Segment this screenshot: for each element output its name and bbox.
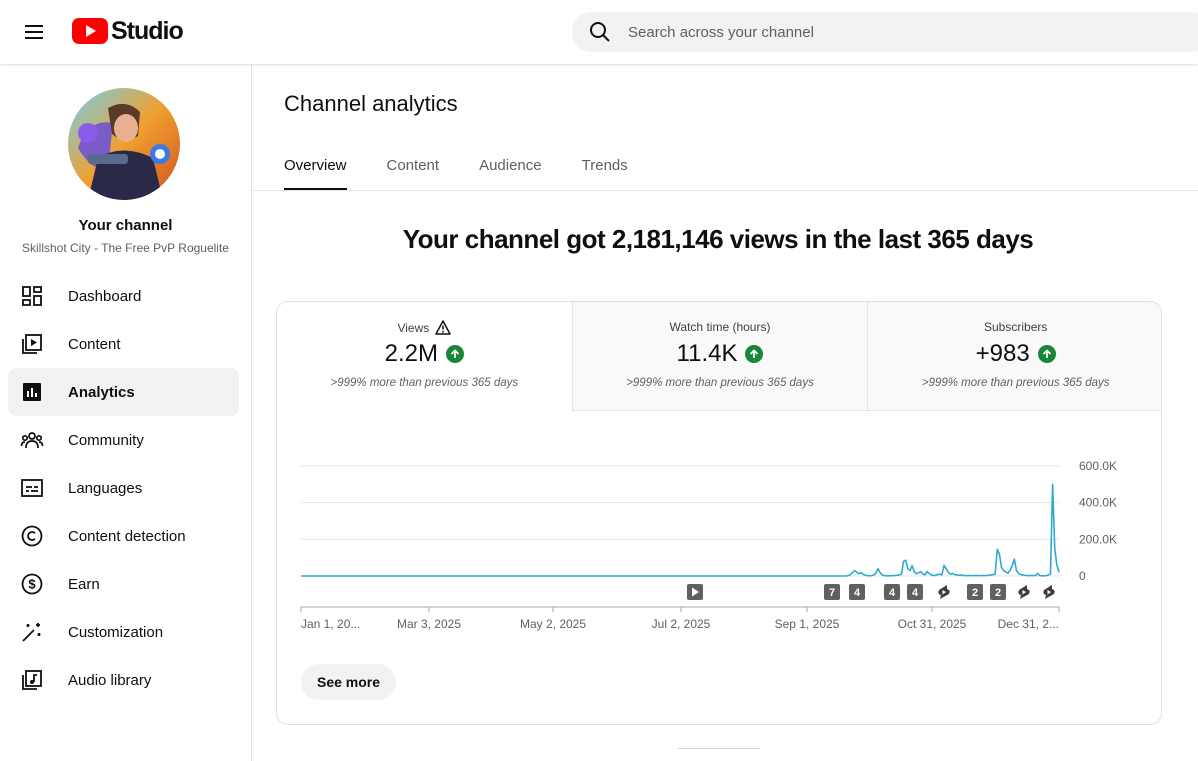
svg-text:$: $ bbox=[28, 577, 36, 592]
metric-comparison: >999% more than previous 365 days bbox=[626, 377, 814, 389]
top-bar: Studio bbox=[0, 0, 1198, 64]
sidebar-item-label: Community bbox=[68, 431, 144, 449]
sidebar-item-analytics[interactable]: Analytics bbox=[8, 368, 239, 416]
dashboard-icon bbox=[20, 284, 44, 308]
overview-card: Views 2.2M >999% more than previous 365 … bbox=[276, 301, 1162, 725]
metric-label: Views bbox=[397, 320, 430, 335]
page-title: Channel analytics bbox=[284, 91, 458, 116]
menu-icon bbox=[25, 25, 43, 39]
languages-icon bbox=[20, 476, 44, 500]
series-line bbox=[301, 483, 1060, 577]
tab-audience[interactable]: Audience bbox=[479, 154, 542, 191]
y-tick-label: 200.0K bbox=[1079, 532, 1117, 546]
logo-text: Studio bbox=[111, 16, 184, 45]
metric-label: Watch time (hours) bbox=[669, 320, 771, 334]
x-tick-label: Jul 2, 2025 bbox=[652, 617, 711, 631]
x-tick-label: Mar 3, 2025 bbox=[397, 617, 461, 631]
metric-watch-time[interactable]: Watch time (hours) 11.4K >999% more than… bbox=[571, 302, 868, 411]
sidebar-item-customization[interactable]: Customization bbox=[8, 608, 239, 656]
sidebar-item-label: Dashboard bbox=[68, 287, 142, 305]
views-line-chart: 600.0K 400.0K 200.0K 0 7 4 4 4 2 2 Jan 1, 20... Mar… bbox=[300, 459, 1117, 631]
analytics-icon bbox=[20, 380, 44, 404]
sidebar: Your channel Skillshot City - The Free P… bbox=[0, 64, 252, 761]
sidebar-item-community[interactable]: Community bbox=[8, 416, 239, 464]
see-more-button[interactable]: See more bbox=[301, 664, 397, 700]
sidebar-item-label: Analytics bbox=[68, 383, 135, 401]
x-tick-label: Oct 31, 2025 bbox=[898, 617, 967, 631]
sidebar-item-label: Content detection bbox=[68, 527, 186, 545]
sidebar-item-earn[interactable]: $ Earn bbox=[8, 560, 239, 608]
metric-comparison: >999% more than previous 365 days bbox=[921, 377, 1110, 389]
sidebar-item-label: Earn bbox=[68, 575, 100, 593]
x-tick-label: May 2, 2025 bbox=[520, 617, 586, 631]
metric-tabs: Views 2.2M >999% more than previous 365 … bbox=[277, 302, 1161, 411]
audio-library-icon bbox=[20, 668, 44, 692]
metric-comparison: >999% more than previous 365 days bbox=[330, 377, 519, 389]
sidebar-item-audio-library[interactable]: Audio library bbox=[8, 656, 239, 704]
sidebar-item-label: Languages bbox=[68, 479, 143, 497]
marker-count: 2 bbox=[972, 587, 978, 599]
arrow-up-icon bbox=[446, 345, 465, 363]
copyright-icon bbox=[20, 524, 44, 548]
x-tick-label: Dec 31, 2... bbox=[998, 617, 1059, 631]
main-content: Channel analytics Overview Content Audie… bbox=[252, 64, 1198, 761]
metric-value: 2.2M bbox=[384, 340, 439, 367]
search-bar[interactable] bbox=[572, 12, 1198, 52]
sidebar-nav: Dashboard Content Analytics Community La… bbox=[8, 272, 239, 704]
tab-trends[interactable]: Trends bbox=[582, 154, 628, 191]
arrow-up-icon bbox=[1037, 345, 1056, 363]
marker-count: 4 bbox=[912, 587, 919, 599]
sidebar-item-label: Customization bbox=[68, 623, 164, 641]
y-tick-label: 400.0K bbox=[1079, 496, 1117, 510]
youtube-logo-icon bbox=[72, 18, 108, 44]
scroll-indicator bbox=[678, 748, 760, 749]
x-tick-label: Sep 1, 2025 bbox=[775, 617, 840, 631]
arrow-up-icon bbox=[745, 345, 764, 363]
marker-count: 4 bbox=[854, 587, 861, 599]
channel-title: Your channel bbox=[78, 217, 173, 234]
community-icon bbox=[20, 428, 44, 452]
sidebar-item-languages[interactable]: Languages bbox=[8, 464, 239, 512]
metric-label: Subscribers bbox=[984, 320, 1048, 334]
avatar-image bbox=[68, 88, 180, 200]
sidebar-item-content-detection[interactable]: Content detection bbox=[8, 512, 239, 560]
sidebar-item-label: Audio library bbox=[68, 671, 152, 689]
tab-overview[interactable]: Overview bbox=[284, 154, 347, 191]
channel-name: Skillshot City - The Free PvP Roguelite bbox=[22, 241, 229, 255]
metric-subscribers[interactable]: Subscribers +983 >999% more than previou… bbox=[867, 302, 1161, 411]
search-icon bbox=[590, 22, 610, 42]
sidebar-item-content[interactable]: Content bbox=[8, 320, 239, 368]
channel-avatar[interactable] bbox=[68, 88, 180, 200]
hamburger-menu-button[interactable] bbox=[14, 12, 54, 52]
metric-views[interactable]: Views 2.2M >999% more than previous 365 … bbox=[277, 302, 572, 411]
earn-icon: $ bbox=[20, 572, 44, 596]
x-tick-label: Jan 1, 20... bbox=[301, 617, 360, 631]
search-input[interactable] bbox=[628, 23, 1128, 41]
warning-icon[interactable] bbox=[435, 320, 451, 335]
sidebar-item-dashboard[interactable]: Dashboard bbox=[8, 272, 239, 320]
sidebar-item-label: Content bbox=[68, 335, 121, 353]
analytics-tabs: Overview Content Audience Trends bbox=[284, 154, 628, 191]
marker-count: 7 bbox=[829, 587, 835, 599]
tab-content[interactable]: Content bbox=[387, 154, 440, 191]
studio-logo[interactable]: Studio bbox=[72, 16, 184, 46]
views-headline: Your channel got 2,181,146 views in the … bbox=[402, 224, 1034, 254]
metric-value: 11.4K bbox=[676, 340, 738, 367]
content-icon bbox=[20, 332, 44, 356]
y-tick-label: 600.0K bbox=[1079, 459, 1117, 473]
marker-count: 4 bbox=[889, 587, 896, 599]
marker-count: 2 bbox=[995, 587, 1001, 599]
y-tick-label: 0 bbox=[1079, 569, 1086, 583]
tabs-divider bbox=[252, 190, 1198, 191]
magic-wand-icon bbox=[20, 620, 44, 644]
metric-value: +983 bbox=[975, 340, 1030, 367]
